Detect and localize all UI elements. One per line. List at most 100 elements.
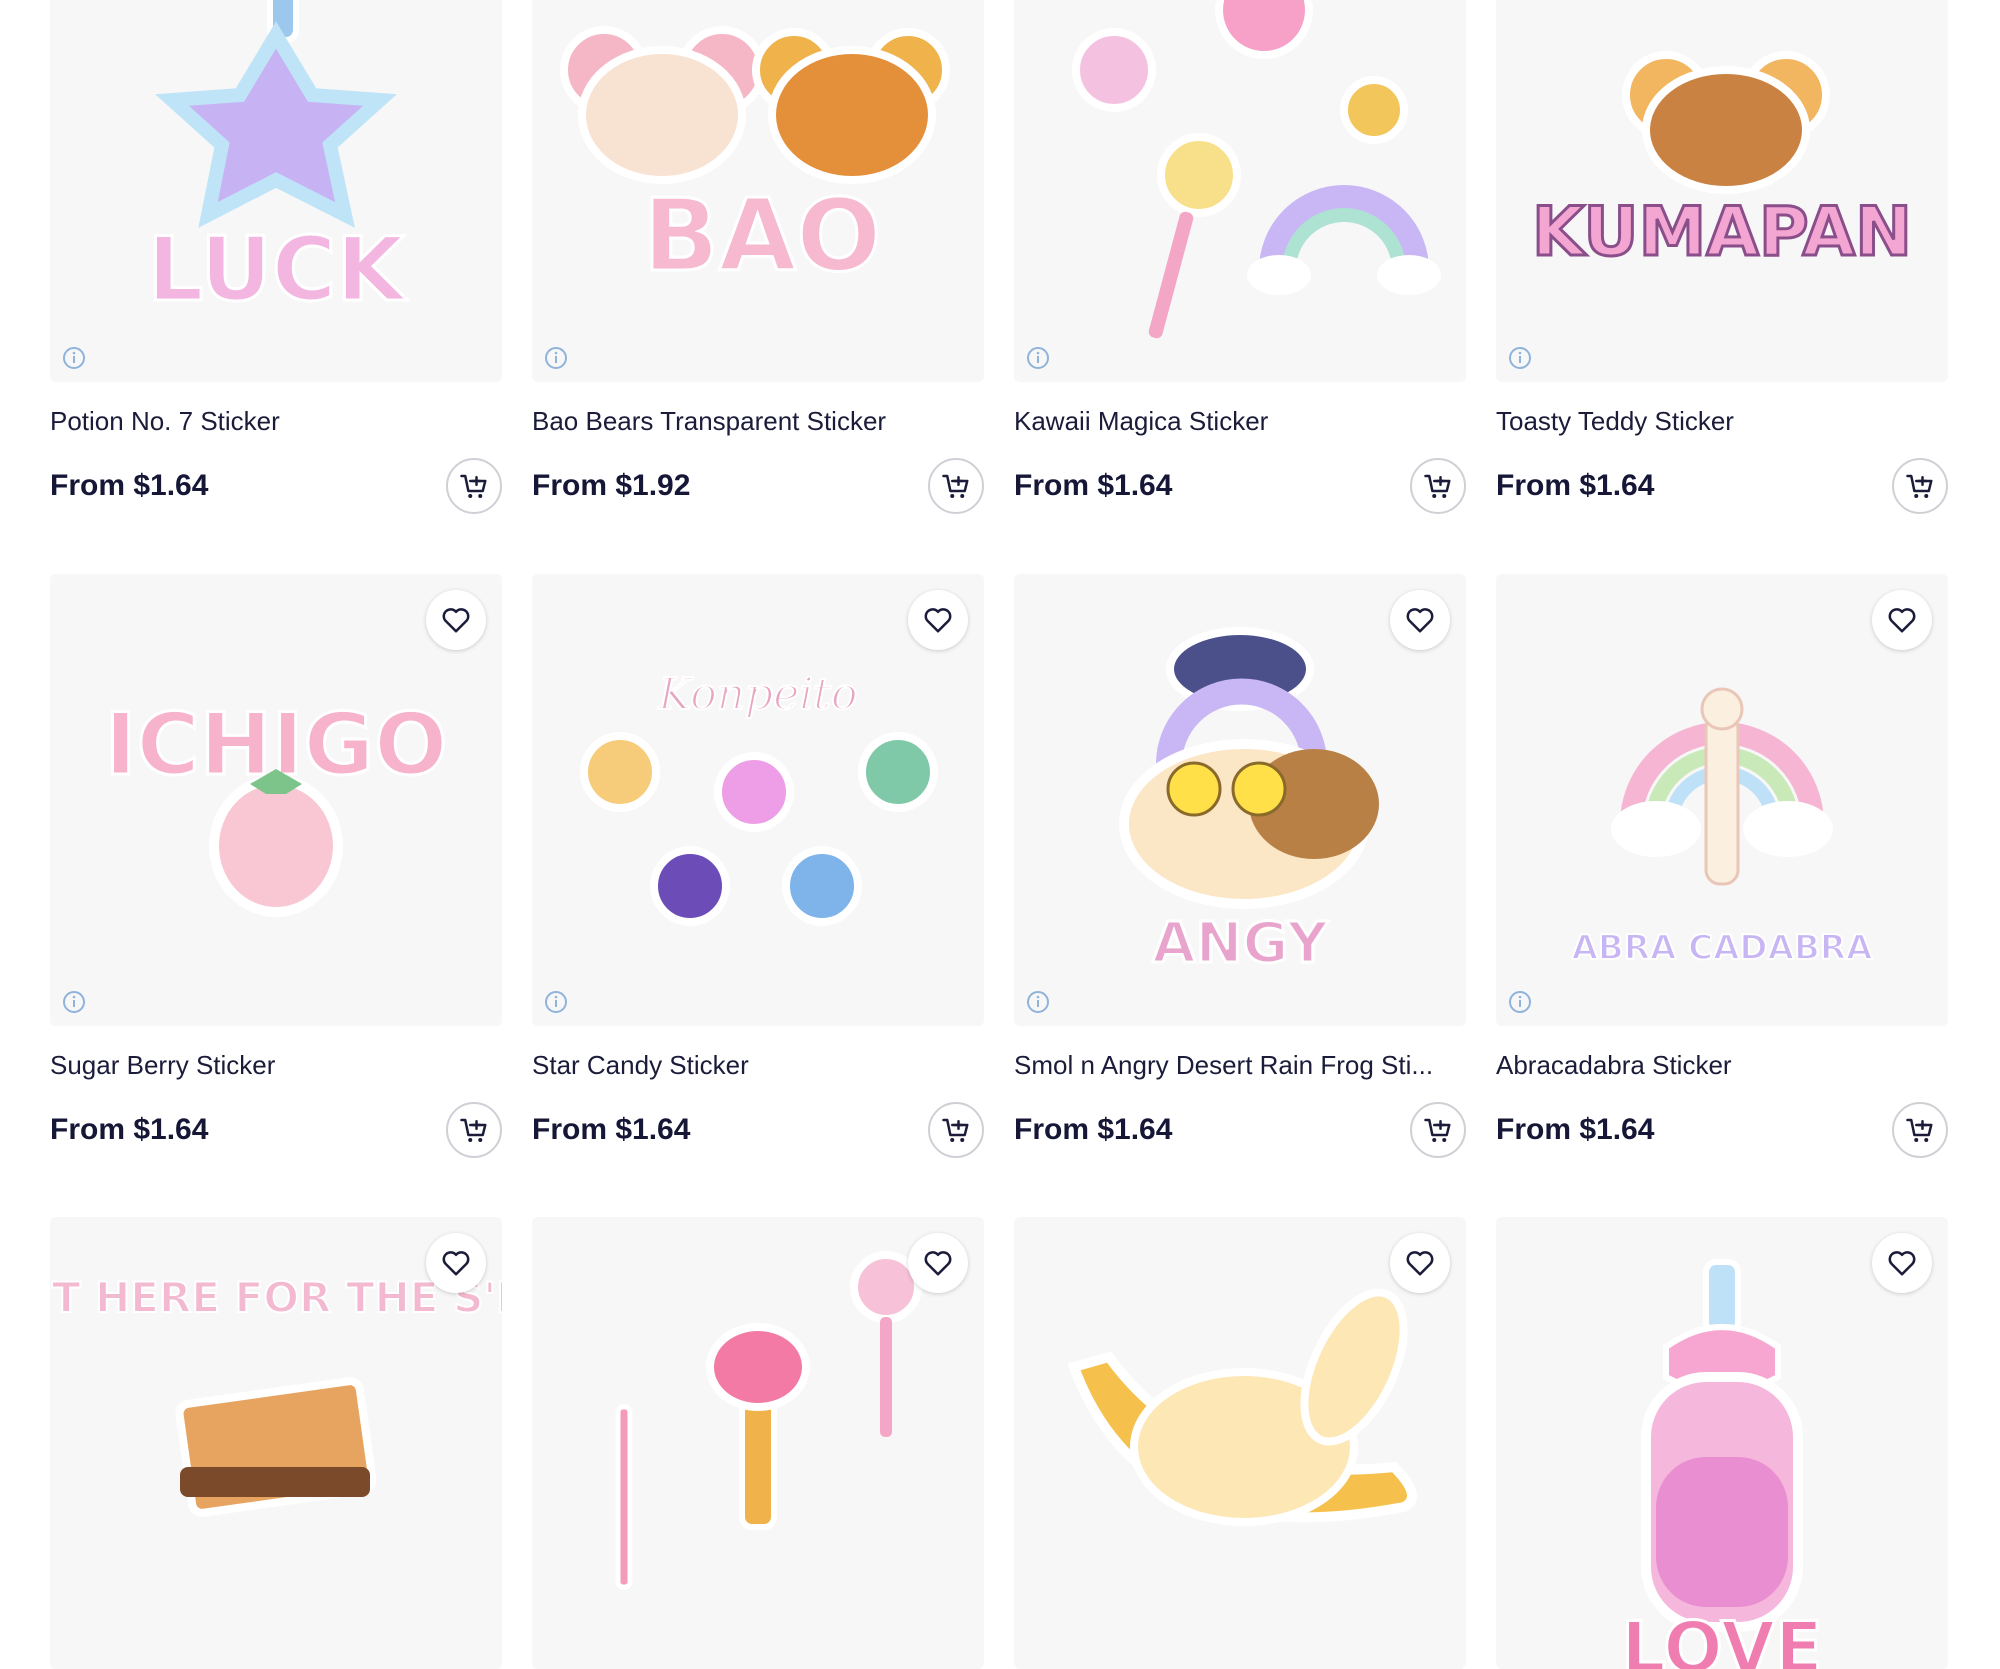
product-grid: LUCK Potion No. 7 Sticker From $1.64 BAO… [0,0,2000,1669]
add-to-cart-icon [1424,1118,1451,1142]
product-card[interactable]: Kawaii Magica Sticker From $1.64 [1014,0,1466,514]
heart-outline-icon [924,608,952,633]
product-title[interactable]: Smol n Angry Desert Rain Frog Sti... [1014,1048,1454,1082]
add-to-cart-button[interactable] [446,458,502,514]
add-to-cart-button[interactable] [1410,1102,1466,1158]
product-image[interactable] [1014,0,1466,382]
sticker-art-star-candy: Konpeito [580,668,938,926]
product-image[interactable]: LOVE [1496,1217,1948,1669]
sticker-art-kawaii-magica [1072,0,1441,339]
sticker-art-banana-bunny [1067,1288,1417,1526]
product-title[interactable]: Toasty Teddy Sticker [1496,404,1936,438]
art-text: KUMAPAN [1532,193,1912,272]
info-button[interactable] [1506,988,1534,1016]
product-image[interactable]: LUCK [50,0,502,382]
product-title[interactable]: Bao Bears Transparent Sticker [532,404,972,438]
product-price: From $1.64 [50,1113,209,1146]
add-to-cart-button[interactable] [928,1102,984,1158]
info-icon [1509,347,1531,369]
sticker-art-bao-bears: BAO [560,26,950,296]
info-icon [63,991,85,1013]
add-to-cart-button[interactable] [446,1102,502,1158]
art-text: Konpeito [658,669,858,720]
product-title[interactable]: Kawaii Magica Sticker [1014,404,1454,438]
art-text: BAO [643,177,882,294]
product-card[interactable]: KUMAPAN Toasty Teddy Sticker From $1.64 [1496,0,1948,514]
add-to-cart-icon [1424,474,1451,498]
add-to-cart-button[interactable] [1892,458,1948,514]
heart-outline-icon [1406,1251,1434,1276]
product-image[interactable]: ICHIGO [50,574,502,1026]
info-icon [1027,991,1049,1013]
info-button[interactable] [60,988,88,1016]
product-image[interactable]: ANGY [1014,574,1466,1026]
art-text: ABRA CADABRA [1572,928,1873,968]
info-icon [1027,347,1049,369]
info-button[interactable] [1024,988,1052,1016]
product-image[interactable]: I'M JUST HERE FOR THE S'MORES [50,1217,502,1669]
info-button[interactable] [60,344,88,372]
favorite-button[interactable] [426,1233,486,1293]
info-button[interactable] [1024,344,1052,372]
product-image[interactable]: KUMAPAN [1496,0,1948,382]
info-button[interactable] [1506,344,1534,372]
product-image[interactable] [1014,1217,1466,1669]
sticker-art-magical-weapons [615,1251,922,1590]
add-to-cart-icon [942,1118,969,1142]
info-icon [545,347,567,369]
sticker-art-sugar-berry: ICHIGO [103,694,449,917]
heart-outline-icon [442,1251,470,1276]
sticker-art-smores: I'M JUST HERE FOR THE S'MORES [50,1272,502,1517]
heart-outline-icon [442,608,470,633]
favorite-button[interactable] [1390,1233,1450,1293]
product-title[interactable]: Sugar Berry Sticker [50,1048,490,1082]
product-card[interactable]: I'M JUST HERE FOR THE S'MORES [50,1217,502,1669]
heart-outline-icon [1888,1251,1916,1276]
product-card[interactable]: Konpeito Star Candy Sticker From $1.64 [532,574,984,1158]
favorite-button[interactable] [908,590,968,650]
product-price: From $1.64 [1014,469,1173,502]
product-image[interactable]: ABRA CADABRA [1496,574,1948,1026]
heart-outline-icon [1888,608,1916,633]
sticker-art-love-potion: LOVE [1620,1259,1824,1669]
add-to-cart-button[interactable] [1410,458,1466,514]
product-image[interactable]: BAO [532,0,984,382]
sticker-art-abracadabra: ABRA CADABRA [1571,687,1874,969]
add-to-cart-icon [460,474,487,498]
favorite-button[interactable] [426,590,486,650]
product-card[interactable]: LUCK Potion No. 7 Sticker From $1.64 [50,0,502,514]
info-button[interactable] [542,988,570,1016]
product-card[interactable]: BAO Bao Bears Transparent Sticker From $… [532,0,984,514]
favorite-button[interactable] [1872,1233,1932,1293]
info-button[interactable] [542,344,570,372]
favorite-button[interactable] [1390,590,1450,650]
add-to-cart-icon [460,1118,487,1142]
heart-outline-icon [1406,608,1434,633]
product-card[interactable]: ICHIGO Sugar Berry Sticker From $1.64 [50,574,502,1158]
sticker-art-toasty-teddy: KUMAPAN [1530,51,1914,274]
product-price: From $1.64 [532,1113,691,1146]
product-card[interactable] [532,1217,984,1669]
add-to-cart-icon [1906,474,1933,498]
add-to-cart-button[interactable] [1892,1102,1948,1158]
product-price: From $1.92 [532,469,691,502]
product-card[interactable]: ABRA CADABRA Abracadabra Sticker From $1… [1496,574,1948,1158]
favorite-button[interactable] [908,1233,968,1293]
product-image[interactable]: Konpeito [532,574,984,1026]
add-to-cart-button[interactable] [928,458,984,514]
add-to-cart-icon [942,474,969,498]
product-card[interactable]: ANGY Smol n Angry Desert Rain Frog Sti..… [1014,574,1466,1158]
favorite-button[interactable] [1872,590,1932,650]
add-to-cart-icon [1906,1118,1933,1142]
info-icon [63,347,85,369]
product-title[interactable]: Potion No. 7 Sticker [50,404,490,438]
product-card[interactable]: LOVE [1496,1217,1948,1669]
product-title[interactable]: Star Candy Sticker [532,1048,972,1082]
info-icon [545,991,567,1013]
product-price: From $1.64 [50,469,209,502]
product-price: From $1.64 [1496,469,1655,502]
product-title[interactable]: Abracadabra Sticker [1496,1048,1936,1082]
heart-outline-icon [924,1251,952,1276]
product-image[interactable] [532,1217,984,1669]
product-card[interactable] [1014,1217,1466,1669]
